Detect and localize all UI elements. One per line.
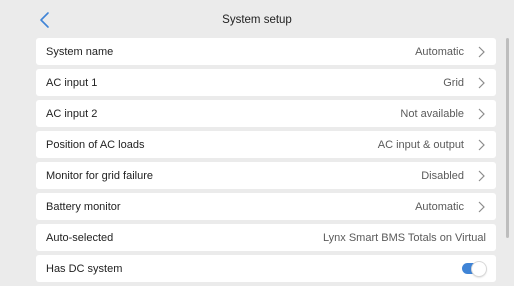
row-value: Not available — [400, 107, 464, 120]
row-value: Automatic — [415, 45, 464, 58]
row-ac-input-1[interactable]: AC input 1 Grid — [36, 69, 496, 96]
chevron-right-icon — [478, 77, 485, 88]
chevron-right-icon — [478, 46, 485, 57]
has-dc-system-toggle[interactable] — [462, 261, 486, 276]
row-position-of-ac-loads[interactable]: Position of AC loads AC input & output — [36, 131, 496, 158]
row-value: Grid — [443, 76, 464, 89]
chevron-right-icon — [478, 201, 485, 212]
row-label: Position of AC loads — [46, 138, 145, 151]
row-label: Battery monitor — [46, 200, 121, 213]
row-label: System name — [46, 45, 114, 58]
row-label: Has DC system — [46, 262, 123, 275]
row-label: Monitor for grid failure — [46, 169, 153, 182]
chevron-right-icon — [478, 139, 485, 150]
row-auto-selected: Auto-selected Lynx Smart BMS Totals on V… — [36, 224, 496, 251]
row-ac-input-2[interactable]: AC input 2 Not available — [36, 100, 496, 127]
row-system-name[interactable]: System name Automatic — [36, 38, 496, 65]
row-value: Disabled — [421, 169, 464, 182]
row-label: AC input 1 — [46, 76, 98, 89]
chevron-right-icon — [478, 108, 485, 119]
header-bar: System setup — [0, 0, 514, 38]
scrollbar[interactable] — [506, 38, 509, 238]
toggle-knob — [472, 261, 486, 276]
row-monitor-grid-failure[interactable]: Monitor for grid failure Disabled — [36, 162, 496, 189]
settings-list: System name Automatic AC input 1 Grid AC… — [36, 38, 496, 286]
row-label: Auto-selected — [46, 231, 114, 244]
chevron-right-icon — [478, 170, 485, 181]
row-has-dc-system[interactable]: Has DC system — [36, 255, 496, 282]
row-value: AC input & output — [377, 138, 464, 151]
row-battery-monitor[interactable]: Battery monitor Automatic — [36, 193, 496, 220]
row-value: Lynx Smart BMS Totals on Virtual — [322, 231, 486, 244]
row-label: AC input 2 — [46, 107, 98, 120]
page-title: System setup — [222, 14, 292, 26]
row-value: Automatic — [415, 200, 464, 213]
